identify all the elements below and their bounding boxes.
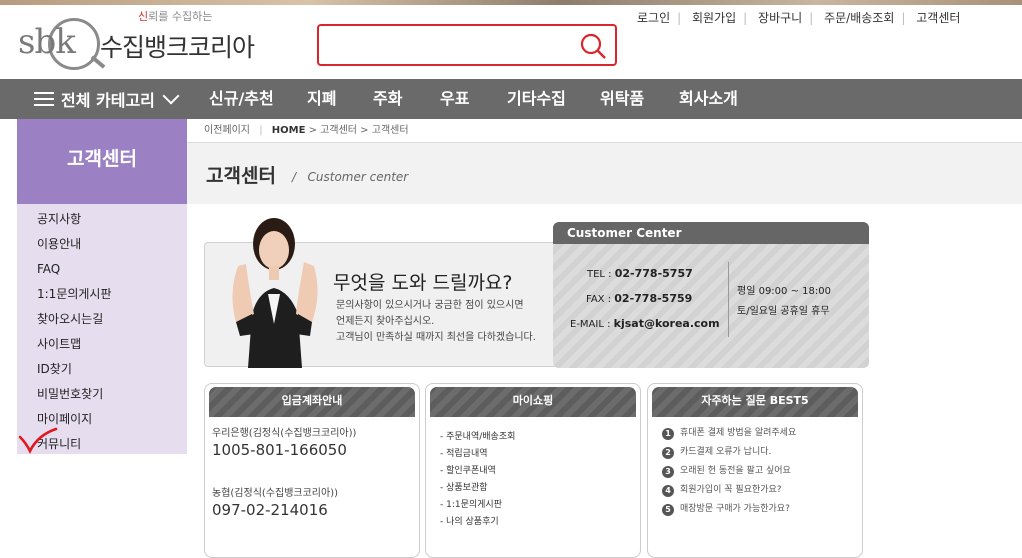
search-icon[interactable]: [579, 32, 607, 60]
sidebar-item-inquiry[interactable]: 1:1문의게시판: [17, 282, 187, 307]
bank1-label: 우리은행(김정식(수집뱅크코리아)): [212, 428, 357, 439]
my-shopping-box: 마이쇼핑 - 주문내역/배송조회 - 적립금내역 - 할인쿠폰내역 - 상품보관…: [425, 383, 641, 558]
number-2-icon: 2: [662, 446, 674, 459]
faq-item[interactable]: 4 회원가입이 꼭 필요한가요?: [662, 481, 796, 500]
deposit-account-box: 입금계좌안내 우리은행(김정식(수집뱅크코리아)) 1005-801-16605…: [204, 383, 420, 558]
sidebar-item-faq[interactable]: FAQ: [17, 257, 187, 282]
chevron-down-icon: [162, 87, 180, 105]
main-nav: 전체 카테고리 신규/추천 지폐 주화 우표 기타수집 위탁품 회사소개: [0, 79, 1022, 119]
myshop-reviews-link[interactable]: - 나의 상품후기: [440, 514, 515, 531]
tel-value: 02-778-5757: [614, 267, 693, 280]
number-3-icon: 3: [662, 465, 674, 478]
hamburger-icon: [34, 92, 54, 106]
search-box[interactable]: [317, 24, 617, 66]
nav-item-consignment[interactable]: 위탁품: [600, 79, 644, 119]
page-subtitle: / Customer center: [292, 170, 409, 184]
faq-item[interactable]: 3 오래된 헌 동전을 팔고 싶어요: [662, 462, 796, 481]
faq-best5-box: 자주하는 질문 BEST5 1 휴대폰 결제 방법을 알려주세요 2 카드결제 오류…: [647, 383, 863, 558]
cart-link[interactable]: 장바구니: [751, 11, 809, 25]
logo-sbk: sbk: [18, 22, 76, 62]
logo-name: 수집뱅크코리아: [100, 33, 255, 62]
deposit-account-title: 입금계좌안내: [209, 387, 415, 417]
closed-days: 토/일요일 공휴일 휴무: [737, 306, 830, 317]
sidebar: 고객센터 공지사항 이용안내 FAQ 1:1문의게시판 찾아오시는길 사이트맵 …: [17, 119, 187, 454]
sidebar-item-directions[interactable]: 찾아오시는길: [17, 307, 187, 332]
page-title-bar: 고객센터 / Customer center: [187, 143, 1022, 204]
faq-item[interactable]: 2 카드결제 오류가 납니다.: [662, 443, 796, 462]
myshop-coupons-link[interactable]: - 할인쿠폰내역: [440, 463, 515, 480]
myshop-wishlist-link[interactable]: - 상품보관함: [440, 480, 515, 497]
customer-center-panel: Customer Center TEL : 02-778-5757 FAX : …: [553, 222, 869, 368]
all-categories-button[interactable]: 전체 카테고리: [34, 79, 180, 119]
sidebar-item-notice[interactable]: 공지사항: [17, 207, 187, 232]
myshop-points-link[interactable]: - 적립금내역: [440, 446, 515, 463]
panel-divider: [728, 262, 729, 337]
nav-item-stamps[interactable]: 우표: [440, 79, 469, 119]
faq-item[interactable]: 1 휴대폰 결제 방법을 알려주세요: [662, 424, 796, 443]
sidebar-item-find-id[interactable]: ID찾기: [17, 357, 187, 382]
top-decorative-strip: [0, 0, 1022, 5]
banner-heading: 무엇을 도와 드릴까요?: [333, 272, 513, 294]
support-person-image: [232, 218, 318, 368]
banner-text: 문의사항이 있으시거나 궁금한 점이 있으시면 언제든지 찾아주십시오. 고객님…: [336, 300, 536, 343]
customer-center-link[interactable]: 고객센터: [909, 11, 967, 25]
bank1-number: 1005-801-166050: [212, 441, 347, 459]
nav-item-about[interactable]: 회사소개: [679, 79, 738, 119]
breadcrumb: 이전페이지 | HOME > 고객센터 > 고객센터: [187, 119, 1022, 143]
page-title: 고객센터: [206, 165, 276, 187]
breadcrumb-level1[interactable]: 고객센터: [320, 125, 357, 136]
tel-row: TEL : 02-778-5757: [587, 267, 693, 280]
customer-center-title: Customer Center: [553, 222, 869, 244]
fax-row: FAX : 02-778-5759: [586, 292, 693, 305]
myshop-inquiry-link[interactable]: - 1:1문의게시판: [440, 497, 515, 514]
logo-slogan: 신뢰를 수집하는: [138, 10, 213, 23]
faq-item[interactable]: 5 매장방문 구매가 가능한가요?: [662, 500, 796, 519]
bank2-number: 097-02-214016: [212, 501, 328, 519]
breadcrumb-home[interactable]: HOME: [272, 125, 306, 136]
order-tracking-link[interactable]: 주문/배송조회: [817, 11, 901, 25]
search-input[interactable]: [327, 32, 567, 58]
checkmark-icon: [18, 427, 58, 454]
top-links: 로그인 | 회원가입 | 장바구니 | 주문/배송조회 | 고객센터: [630, 9, 967, 26]
nav-item-new[interactable]: 신규/추천: [209, 79, 274, 119]
sidebar-item-find-password[interactable]: 비밀번호찾기: [17, 382, 187, 407]
bank2-label: 농협(김정식(수집뱅크코리아)): [212, 488, 339, 499]
business-hours: 평일 09:00 ~ 18:00: [737, 286, 831, 297]
sidebar-item-sitemap[interactable]: 사이트맵: [17, 332, 187, 357]
sidebar-title: 고객센터: [17, 119, 187, 204]
breadcrumb-level2: 고객센터: [371, 125, 409, 136]
nav-item-coins[interactable]: 주화: [373, 79, 402, 119]
sidebar-item-guide[interactable]: 이용안내: [17, 232, 187, 257]
number-1-icon: 1: [662, 427, 674, 440]
fax-value: 02-778-5759: [614, 292, 693, 305]
email-row: E-MAIL : kjsat@korea.com: [570, 317, 720, 330]
all-categories-label: 전체 카테고리: [61, 91, 155, 110]
faq-best5-title: 자주하는 질문 BEST5: [652, 387, 858, 417]
nav-item-banknotes[interactable]: 지폐: [307, 79, 336, 119]
myshop-orders-link[interactable]: - 주문내역/배송조회: [440, 429, 515, 446]
number-4-icon: 4: [662, 484, 674, 497]
prev-page-link[interactable]: 이전페이지: [204, 125, 250, 136]
number-5-icon: 5: [662, 503, 674, 516]
signup-link[interactable]: 회원가입: [685, 11, 743, 25]
my-shopping-title: 마이쇼핑: [430, 387, 636, 417]
nav-item-other[interactable]: 기타수집: [507, 79, 566, 119]
site-logo[interactable]: sbk 신뢰를 수집하는 수집뱅크코리아: [18, 8, 278, 74]
email-value[interactable]: kjsat@korea.com: [614, 317, 720, 330]
login-link[interactable]: 로그인: [630, 11, 677, 25]
